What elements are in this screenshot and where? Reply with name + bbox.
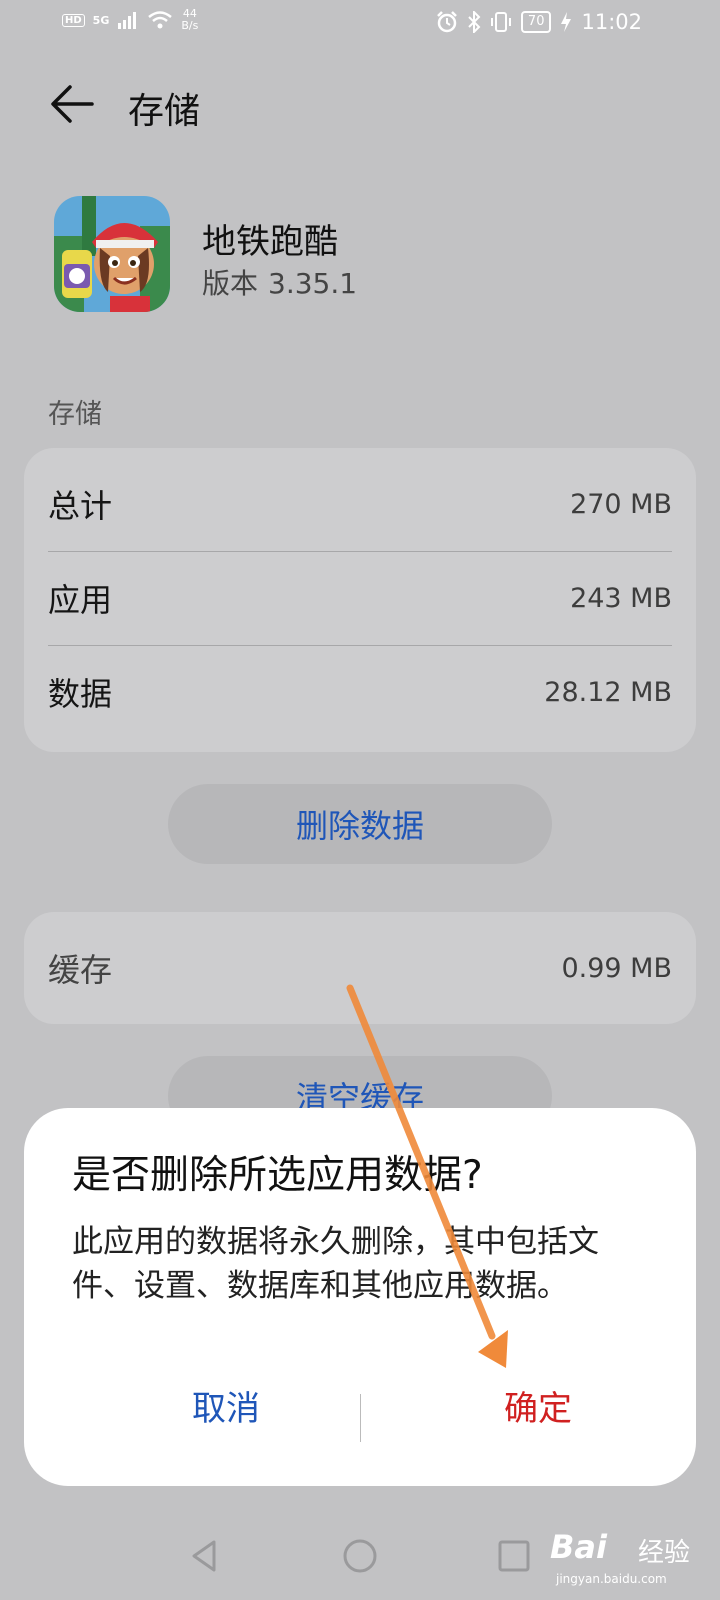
cancel-button[interactable]: 取消 xyxy=(126,1370,326,1440)
nav-back-icon[interactable] xyxy=(182,1532,230,1580)
storage-row-total: 总计 270 MB xyxy=(48,457,672,551)
confirm-button[interactable]: 确定 xyxy=(438,1370,638,1440)
back-arrow-icon[interactable] xyxy=(48,82,98,126)
confirm-delete-dialog: 是否删除所选应用数据? 此应用的数据将永久删除，其中包括文件、设置、数据库和其他… xyxy=(24,1108,696,1486)
nav-home-icon[interactable] xyxy=(336,1532,384,1580)
battery-level: 70 xyxy=(520,11,552,33)
delete-data-button[interactable]: 删除数据 xyxy=(168,784,552,864)
app-icon xyxy=(54,196,170,312)
nav-recent-apps-icon[interactable] xyxy=(490,1532,538,1580)
row-label: 应用 xyxy=(48,581,113,619)
watermark-site: jingyan.baidu.com xyxy=(556,1572,667,1586)
cache-card: 缓存 0.99 MB xyxy=(24,912,696,1024)
version-label: 版本 xyxy=(202,267,259,300)
clock: 11:02 xyxy=(581,10,642,34)
baidu-jingyan-watermark: Bai 经验 jingyan.baidu.com xyxy=(550,1516,710,1596)
dialog-title: 是否删除所选应用数据? xyxy=(72,1153,483,1198)
storage-card: 总计 270 MB 应用 243 MB 数据 28.12 MB xyxy=(24,448,696,752)
dialog-message: 此应用的数据将永久删除，其中包括文件、设置、数据库和其他应用数据。 xyxy=(72,1224,599,1304)
charging-icon xyxy=(561,12,572,32)
net-speed: 44 B/s xyxy=(181,8,198,32)
bluetooth-icon xyxy=(468,11,481,33)
storage-section-title: 存储 xyxy=(48,399,102,430)
app-header: 地铁跑酷 版本 3.35.1 xyxy=(54,196,674,316)
dialog-button-divider xyxy=(360,1394,361,1442)
signal-icon xyxy=(118,12,137,29)
net-speed-unit: B/s xyxy=(181,19,199,32)
version-number: 3.35.1 xyxy=(268,267,358,300)
top-bar: 存储 xyxy=(0,70,720,140)
watermark-text: 经验 xyxy=(638,1538,691,1568)
wifi-icon xyxy=(148,11,173,29)
network-type: 5G xyxy=(92,13,110,27)
hd-icon: HD xyxy=(62,13,85,27)
app-name: 地铁跑酷 xyxy=(202,222,338,262)
cache-label: 缓存 xyxy=(48,951,113,989)
storage-row-data: 数据 28.12 MB xyxy=(48,645,672,739)
row-value: 270 MB xyxy=(570,488,672,520)
row-value: 28.12 MB xyxy=(544,676,672,708)
cache-value: 0.99 MB xyxy=(561,952,672,984)
status-bar: HD 5G 44 B/s 70 11:02 xyxy=(0,0,720,50)
vibrate-icon xyxy=(490,12,511,32)
storage-row-app: 应用 243 MB xyxy=(48,551,672,645)
watermark-logo: Bai xyxy=(550,1528,607,1566)
row-value: 243 MB xyxy=(570,582,672,614)
row-label: 总计 xyxy=(48,487,113,525)
cache-row: 缓存 0.99 MB xyxy=(48,921,672,1015)
app-version: 版本 3.35.1 xyxy=(202,262,357,302)
page-title: 存储 xyxy=(128,91,201,132)
row-label: 数据 xyxy=(48,675,113,713)
alarm-icon xyxy=(437,11,457,33)
